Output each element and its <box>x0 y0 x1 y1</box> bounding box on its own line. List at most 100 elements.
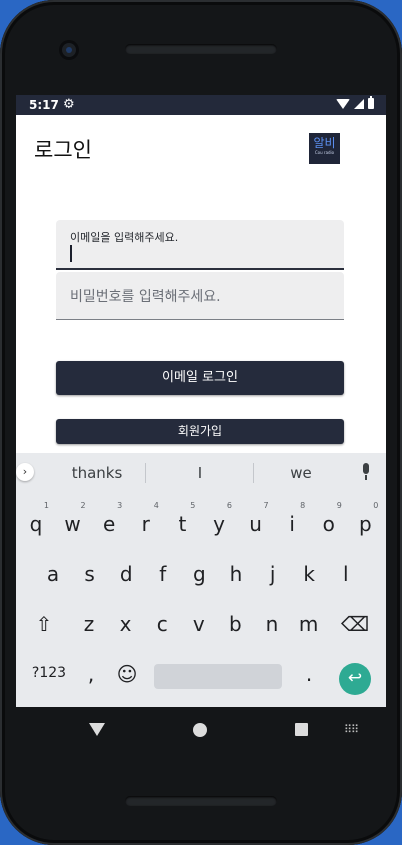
key-i[interactable]: i8 <box>275 501 309 543</box>
key-k[interactable]: k <box>292 553 326 593</box>
email-field[interactable]: 이메일을 입력해주세요. <box>56 220 344 270</box>
key-e-hint: 3 <box>117 501 123 510</box>
key-v-label: v <box>192 612 205 636</box>
backspace-key-label: ⌫ <box>340 612 370 636</box>
key-z[interactable]: z <box>72 603 106 643</box>
key-p-label: p <box>359 512 372 536</box>
front-camera <box>62 43 76 57</box>
key-u[interactable]: u7 <box>239 501 273 543</box>
key-b-label: b <box>229 612 242 636</box>
app-logo-subtext: Cou radio <box>314 150 335 155</box>
space-key[interactable] <box>154 664 282 689</box>
key-n-label: n <box>265 612 279 636</box>
key-o[interactable]: o9 <box>312 501 346 543</box>
key-c-label: c <box>156 612 168 636</box>
key-c[interactable]: c <box>145 603 179 643</box>
key-a[interactable]: a <box>36 553 70 593</box>
key-b[interactable]: b <box>218 603 252 643</box>
key-y[interactable]: y6 <box>202 501 236 543</box>
key-f[interactable]: f <box>146 553 180 593</box>
key-x[interactable]: x <box>109 603 143 643</box>
top-speaker <box>125 44 277 54</box>
suggestion-divider <box>145 463 146 483</box>
settings-gear-icon: ⚙ <box>63 97 75 112</box>
email-login-button[interactable]: 이메일 로그인 <box>56 361 344 395</box>
key-o-hint: 9 <box>336 501 342 510</box>
back-icon[interactable] <box>89 723 105 736</box>
key-l[interactable]: l <box>329 553 363 593</box>
key-t-label: t <box>178 512 187 536</box>
shift-key[interactable]: ⇧ <box>27 603 61 643</box>
key-m[interactable]: m <box>292 603 326 643</box>
suggestion-i[interactable]: I <box>182 464 218 482</box>
shift-key-label: ⇧ <box>35 612 53 636</box>
enter-key[interactable]: ↩ <box>339 663 371 695</box>
key-f-label: f <box>159 562 167 586</box>
key-x-label: x <box>119 612 132 636</box>
suggestion-divider <box>253 463 254 483</box>
key-r[interactable]: r4 <box>129 501 163 543</box>
key-i-hint: 8 <box>300 501 306 510</box>
suggestion-strip: › thanks I we <box>16 453 386 492</box>
key-t-hint: 5 <box>190 501 196 510</box>
key-d-label: d <box>119 562 133 586</box>
key-p[interactable]: p0 <box>348 501 382 543</box>
email-field-label: 이메일을 입력해주세요. <box>70 231 179 244</box>
symbols-key-label: ?123 <box>31 665 67 681</box>
signal-icon <box>354 98 364 109</box>
comma-key[interactable]: , <box>74 653 108 693</box>
key-y-hint: 6 <box>226 501 232 510</box>
emoji-key-label: ☺ <box>116 662 138 686</box>
period-key[interactable]: . <box>292 653 326 693</box>
microphone-icon[interactable] <box>359 463 373 483</box>
key-h[interactable]: h <box>219 553 253 593</box>
key-q[interactable]: q1 <box>19 501 53 543</box>
key-j[interactable]: j <box>256 553 290 593</box>
phone-frame: 5:17 ⚙ 로그인 알비 Cou radio 이메일을 입력해주세요. 비밀번… <box>0 0 402 845</box>
key-i-label: i <box>289 512 295 536</box>
text-cursor <box>70 245 72 262</box>
status-bar: 5:17 ⚙ <box>16 95 386 115</box>
key-w[interactable]: w2 <box>56 501 90 543</box>
key-z-label: z <box>83 612 95 636</box>
status-time: 5:17 <box>29 98 59 112</box>
screen: 5:17 ⚙ 로그인 알비 Cou radio 이메일을 입력해주세요. 비밀번… <box>16 95 386 707</box>
backspace-key[interactable]: ⌫ <box>338 603 372 643</box>
symbols-key[interactable]: ?123 <box>26 653 72 693</box>
key-v[interactable]: v <box>182 603 216 643</box>
battery-icon <box>368 96 374 109</box>
key-y-label: y <box>213 512 225 536</box>
key-q-label: q <box>29 512 43 536</box>
password-placeholder: 비밀번호를 입력해주세요. <box>70 289 221 305</box>
key-j-label: j <box>269 562 276 586</box>
key-e[interactable]: e3 <box>92 501 126 543</box>
app-logo-text: 알비 <box>313 136 336 150</box>
key-d[interactable]: d <box>109 553 143 593</box>
keyboard-switch-icon[interactable]: ⠿⠿ <box>344 723 359 736</box>
chevron-right-icon[interactable]: › <box>16 463 34 481</box>
home-icon[interactable] <box>193 723 207 737</box>
key-l-label: l <box>343 562 349 586</box>
signup-button[interactable]: 회원가입 <box>56 419 344 444</box>
key-n[interactable]: n <box>255 603 289 643</box>
key-t[interactable]: t5 <box>165 501 199 543</box>
key-q-hint: 1 <box>43 501 49 510</box>
key-s[interactable]: s <box>73 553 107 593</box>
key-g[interactable]: g <box>182 553 216 593</box>
app-logo: 알비 Cou radio <box>309 133 340 164</box>
emoji-key[interactable]: ☺ <box>110 653 144 693</box>
recent-apps-icon[interactable] <box>295 723 308 736</box>
suggestion-we[interactable]: we <box>284 464 318 482</box>
suggestion-thanks[interactable]: thanks <box>61 464 133 482</box>
key-a-label: a <box>46 562 60 586</box>
bottom-speaker <box>125 796 277 806</box>
key-w-label: w <box>64 512 81 536</box>
key-m-label: m <box>298 612 319 636</box>
key-h-label: h <box>229 562 243 586</box>
password-field[interactable]: 비밀번호를 입력해주세요. <box>56 272 344 320</box>
key-k-label: k <box>303 562 315 586</box>
key-u-hint: 7 <box>263 501 269 510</box>
key-r-label: r <box>141 512 150 536</box>
key-u-label: u <box>249 512 262 536</box>
period-key-label: . <box>305 662 313 686</box>
